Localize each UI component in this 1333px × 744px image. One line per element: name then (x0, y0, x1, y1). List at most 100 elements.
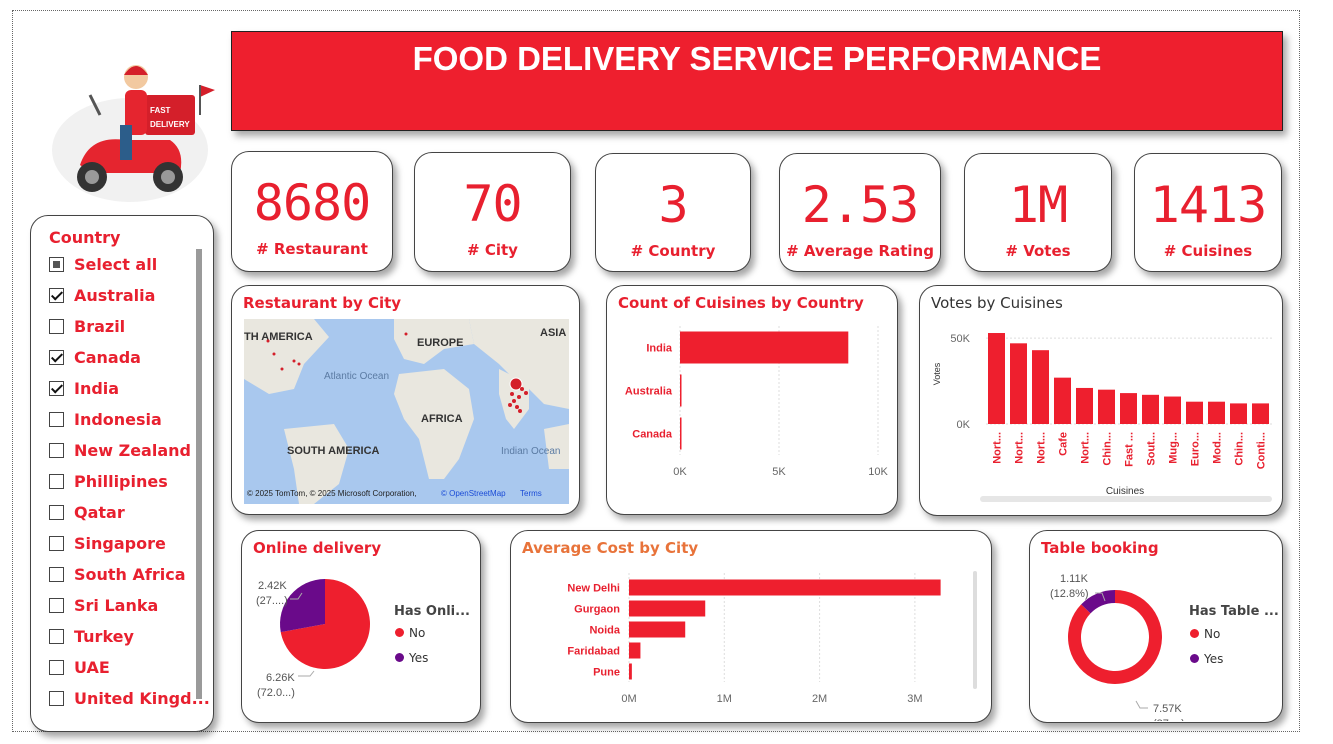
chart-title: Count of Cuisines by Country (618, 294, 864, 312)
svg-text:EUROPE: EUROPE (417, 337, 463, 349)
online-delivery-pie: 2.42K (27....) 6.26K (72.0...) (256, 579, 370, 699)
y-tick-label: Canada (632, 429, 673, 441)
data-label: (72.0...) (257, 687, 295, 699)
y-tick-label: India (646, 343, 673, 355)
legend-item-yes[interactable]: Yes (395, 651, 428, 665)
slicer-item[interactable]: Phillipines (49, 469, 168, 493)
slicer-item[interactable]: Qatar (49, 500, 125, 524)
kpi-card-average-rating: 2.53 # Average Rating (779, 153, 941, 272)
chart-scrollbar[interactable] (973, 571, 977, 689)
slicer-item[interactable]: Canada (49, 345, 141, 369)
map-card: Restaurant by City TH AMERICA EUROPE ASI… (231, 285, 580, 515)
bar (680, 374, 682, 407)
svg-text:DELIVERY: DELIVERY (150, 120, 190, 129)
table-booking-donut: 1.11K (12.8%) 7.57K (87....) (1050, 573, 1185, 721)
checkbox[interactable] (49, 690, 64, 706)
leader-line (1135, 700, 1148, 709)
checkbox[interactable] (49, 287, 64, 303)
slicer-item-label: Canada (74, 347, 141, 367)
slicer-scrollbar[interactable] (196, 249, 202, 699)
chart-scrollbar[interactable] (980, 496, 1272, 502)
slicer-item-label: New Zealand (74, 440, 191, 460)
slicer-item-label: Indonesia (74, 409, 162, 429)
bar (1230, 403, 1247, 424)
checkbox[interactable] (49, 659, 64, 675)
bar (629, 579, 941, 596)
slicer-item[interactable]: South Africa (49, 562, 186, 586)
svg-text:© OpenStreetMap: © OpenStreetMap (441, 489, 506, 498)
slicer-item-label: Brazil (74, 316, 126, 336)
slicer-item[interactable]: New Zealand (49, 438, 191, 462)
x-axis-label: Cuisines (1106, 486, 1144, 497)
slicer-item[interactable]: Australia (49, 283, 155, 307)
kpi-value: 8680 (253, 174, 371, 232)
slicer-item[interactable]: Turkey (49, 624, 134, 648)
average-cost-chart: 0M 1M 2M 3M New Delhi Gurgaon Noida Faridabad Pu… (567, 573, 941, 705)
x-tick-label: Sout... (1146, 432, 1158, 466)
map-title: Restaurant by City (243, 294, 402, 312)
bar (1208, 401, 1225, 424)
legend-item-yes[interactable]: Yes (1190, 652, 1223, 666)
slicer-item[interactable]: UAE (49, 655, 110, 679)
checkbox[interactable] (49, 318, 64, 334)
bar (1098, 389, 1115, 424)
kpi-value: 70 (463, 175, 522, 233)
x-tick-label: 3M (907, 693, 922, 705)
checkbox[interactable] (49, 442, 64, 458)
x-tick-label: Mug... (1168, 432, 1180, 464)
kpi-card-votes: 1M # Votes (964, 153, 1112, 272)
slicer-item[interactable]: United Kingd... (49, 686, 210, 710)
kpi-value: 3 (658, 176, 688, 234)
legend-item-no[interactable]: No (1190, 627, 1220, 641)
votes-by-cuisines-chart: 50K 0K Votes Nort... Nort... Nort... Cafe Nort.… (932, 333, 1272, 502)
kpi-card-cuisines: 1413 # Cuisines (1134, 153, 1282, 272)
data-label: (27....) (256, 595, 288, 607)
checkbox[interactable] (49, 566, 64, 582)
kpi-card-restaurant: 8680 # Restaurant (231, 151, 393, 272)
checkbox[interactable] (49, 256, 64, 272)
checkbox[interactable] (49, 597, 64, 613)
kpi-card-country: 3 # Country (595, 153, 751, 272)
bar (629, 642, 641, 659)
svg-text:ASIA: ASIA (540, 327, 566, 339)
y-tick-label: 50K (950, 333, 970, 345)
x-tick-label: Nort... (1036, 432, 1048, 464)
slicer-item-label: Select all (74, 254, 158, 274)
x-tick-label: Cafe (1058, 432, 1070, 456)
svg-text:Indian Ocean: Indian Ocean (501, 446, 561, 457)
checkbox[interactable] (49, 628, 64, 644)
x-tick-label: Nort... (1014, 432, 1026, 464)
y-tick-label: Australia (625, 386, 673, 398)
slicer-item[interactable]: India (49, 376, 119, 400)
y-tick-label: Noida (589, 625, 620, 637)
x-tick-label: 0K (673, 466, 687, 478)
checkbox[interactable] (49, 473, 64, 489)
slicer-item[interactable]: Select all (49, 252, 157, 276)
checkbox[interactable] (49, 504, 64, 520)
kpi-card-city: 70 # City (414, 152, 571, 272)
x-tick-label: 10K (868, 466, 888, 478)
x-tick-label: Mod... (1212, 432, 1224, 464)
svg-text:© 2025 TomTom, © 2025 Microsof: © 2025 TomTom, © 2025 Microsoft Corporat… (247, 489, 417, 498)
x-tick-label: 5K (772, 466, 786, 478)
legend-title: Has Table ... (1189, 604, 1279, 619)
checkbox[interactable] (49, 380, 64, 396)
checkbox[interactable] (49, 349, 64, 365)
x-tick-label: Conti... (1256, 432, 1268, 469)
chart-title: Table booking (1041, 539, 1159, 557)
data-label: 7.57K (1153, 703, 1182, 715)
bar (1120, 393, 1137, 424)
x-tick-label: Nort... (992, 432, 1004, 464)
slicer-item[interactable]: Singapore (49, 531, 166, 555)
data-label: (12.8%) (1050, 588, 1089, 600)
legend-item-no[interactable]: No (395, 626, 425, 640)
y-tick-label: Gurgaon (574, 604, 620, 616)
bar (629, 663, 632, 680)
slicer-item[interactable]: Indonesia (49, 407, 162, 431)
slicer-item[interactable]: Sri Lanka (49, 593, 158, 617)
bar (680, 417, 682, 450)
checkbox[interactable] (49, 535, 64, 551)
checkbox[interactable] (49, 411, 64, 427)
slicer-item[interactable]: Brazil (49, 314, 125, 338)
world-map[interactable]: TH AMERICA EUROPE ASIA Atlantic Ocean AF… (244, 319, 569, 504)
